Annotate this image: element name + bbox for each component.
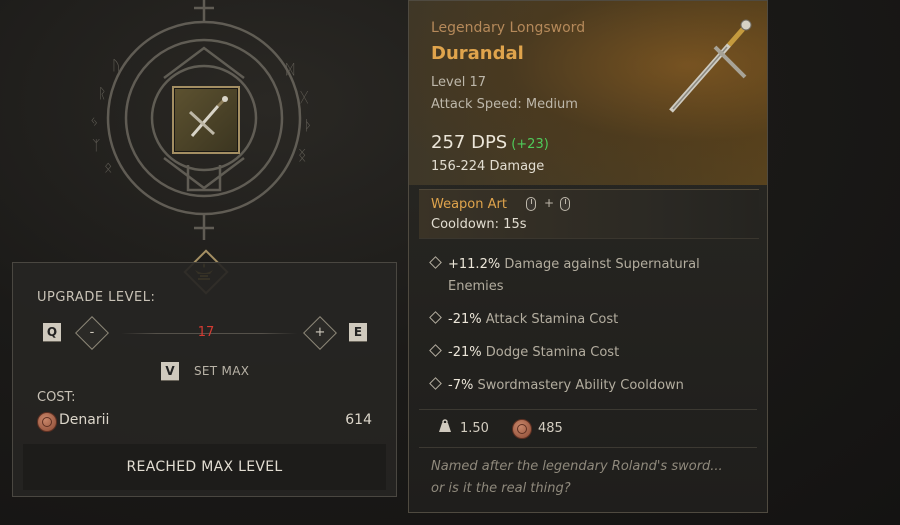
svg-text:ᛟ: ᛟ (104, 160, 112, 176)
currency-name: Denarii (59, 412, 110, 428)
svg-text:ᚷ: ᚷ (300, 90, 309, 106)
upgrade-level-label: UPGRADE LEVEL: (37, 290, 156, 305)
denarii-coin-icon (37, 412, 57, 432)
flavor-text-line: Named after the legendary Roland's sword… (431, 459, 723, 474)
svg-text:ᛞ: ᛞ (286, 62, 295, 78)
stat-value: +11.2% (448, 257, 501, 272)
mouse-left-icon (526, 197, 536, 211)
svg-text:ᛃ: ᛃ (90, 114, 98, 130)
svg-text:ᛉ: ᛉ (92, 138, 100, 154)
weapon-art-section: Weapon Art + Cooldown: 15s (419, 189, 759, 239)
longsword-icon (669, 19, 752, 113)
divider (419, 447, 757, 448)
item-level: Level 17 (431, 75, 486, 90)
divider (419, 409, 757, 410)
item-tooltip: Legendary Longsword Durandal Level 17 At… (408, 0, 768, 513)
weapon-art-plus: + (544, 196, 555, 210)
weapon-art-cooldown: Cooldown: 15s (431, 217, 527, 232)
stat-text: Attack Stamina Cost (485, 312, 619, 327)
stat-value: -21% (448, 312, 482, 327)
set-max-button[interactable]: SET MAX (194, 364, 249, 378)
key-v-hint: V (161, 362, 179, 380)
item-weight: 1.50 (460, 421, 489, 436)
dps-bonus: (+23) (511, 137, 549, 152)
svg-text:ᚦ: ᚦ (304, 118, 312, 134)
weapon-art-label: Weapon Art (431, 197, 507, 212)
upgrade-level-value: 17 (197, 325, 215, 340)
svg-text:ᛝ: ᛝ (298, 148, 306, 164)
reached-max-level-button[interactable]: REACHED MAX LEVEL (23, 444, 386, 490)
sword-icon (188, 96, 228, 137)
stat-value: -7% (448, 378, 474, 393)
diamond-bullet-icon (429, 377, 442, 390)
flavor-text-line: or is it the real thing? (431, 481, 571, 496)
weight-icon (439, 419, 451, 432)
diamond-bullet-icon (429, 311, 442, 324)
key-q-hint: Q (43, 323, 61, 341)
decrease-level-button[interactable]: - (75, 316, 109, 350)
upgrade-panel: UPGRADE LEVEL: Q - 17 + E V SET MAX COST… (12, 262, 397, 497)
stat-value: -21% (448, 345, 482, 360)
plus-icon: + (314, 325, 326, 340)
svg-text:ᚱ: ᚱ (98, 86, 106, 102)
damage-range: 156-224 Damage (431, 159, 545, 174)
cost-value: 614 (345, 412, 372, 428)
stat-text: Swordmastery Ability Cooldown (477, 378, 684, 393)
key-e-hint: E (349, 323, 367, 341)
minus-icon: - (89, 325, 95, 340)
flavor-text: Named after the legendary Roland's sword… (431, 456, 751, 500)
dps-value: 257 DPS (431, 132, 508, 153)
diamond-bullet-icon (429, 344, 442, 357)
attack-speed: Attack Speed: Medium (431, 97, 578, 112)
equipped-weapon-slot[interactable] (172, 86, 240, 154)
item-value: 485 (538, 421, 563, 436)
svg-text:ᚢ: ᚢ (112, 58, 120, 74)
item-name: Durandal (431, 43, 524, 64)
item-rarity-type: Legendary Longsword (431, 20, 586, 36)
diamond-bullet-icon (429, 256, 442, 269)
mouse-right-icon (560, 197, 570, 211)
cost-label: COST: (37, 390, 76, 405)
dps-line: 257 DPS (+23) (431, 132, 549, 153)
denarii-coin-icon (512, 419, 532, 439)
stat-text: Dodge Stamina Cost (485, 345, 620, 360)
increase-level-button[interactable]: + (303, 316, 337, 350)
